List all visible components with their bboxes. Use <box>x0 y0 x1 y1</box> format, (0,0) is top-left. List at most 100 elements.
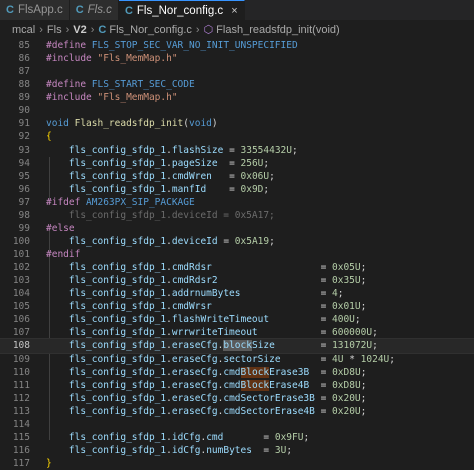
code-token: #include <box>46 53 98 65</box>
tab-fls-c[interactable]: C Fls.c <box>69 0 119 20</box>
line-number: 104 <box>12 288 30 300</box>
code-line[interactable]: 104 fls_config_sfdp_1.addrnumBytes = 4; <box>0 287 474 300</box>
code-token: #define <box>46 40 92 51</box>
code-token: numBytes <box>206 444 252 456</box>
code-line[interactable]: 103 fls_config_sfdp_1.cmdRdsr2 = 0x35U; <box>0 274 474 287</box>
code-line[interactable]: 117} <box>0 457 474 470</box>
breadcrumb-item[interactable]: Fls_Nor_config.c <box>109 24 192 36</box>
code-token: flashSize <box>171 144 224 156</box>
code-line[interactable]: 108 fls_config_sfdp_1.eraseCfg.blockSize… <box>0 338 474 354</box>
code-token: 0x20U <box>332 405 361 417</box>
code-line[interactable]: 113 fls_config_sfdp_1.eraseCfg.cmdSector… <box>0 405 474 418</box>
code-text: fls_config_sfdp_1.idCfg.numBytes = 3U; <box>46 444 292 457</box>
code-token: 0x01U <box>332 301 361 313</box>
code-line[interactable]: 100 fls_config_sfdp_1.deviceId = 0x5A19; <box>0 235 474 248</box>
code-token: { <box>46 131 52 143</box>
code-token: fls_config_sfdp_1 <box>68 431 167 443</box>
line-number: 90 <box>18 105 30 117</box>
code-line[interactable]: 85 #define FLS_STOP_SEC_VAR_NO_INIT_UNSPE… <box>0 39 474 52</box>
code-token: idCfg <box>171 444 201 456</box>
code-token: sectorSize <box>223 353 281 365</box>
code-token: deviceId <box>171 235 218 247</box>
code-text: fls_config_sfdp_1.cmdRdsr = 0x05U; <box>46 261 366 274</box>
breadcrumb-item[interactable]: mcal <box>12 24 35 36</box>
code-line[interactable]: 102 fls_config_sfdp_1.cmdRdsr = 0x05U; <box>0 261 474 274</box>
code-text: fls_config_sfdp_1.eraseCfg.cmdBlockErase… <box>46 379 366 392</box>
code-line[interactable]: 111 fls_config_sfdp_1.eraseCfg.cmdBlockE… <box>0 379 474 392</box>
code-text: #else <box>46 222 75 235</box>
c-file-icon: C <box>6 4 14 16</box>
breadcrumb-item[interactable]: Fls <box>47 24 62 36</box>
code-line[interactable]: 91 void Flash_readsfdp_init(void) <box>0 117 474 130</box>
code-token: cmdSectorErase3B <box>223 392 315 404</box>
code-text: fls_config_sfdp_1.eraseCfg.cmdSectorEras… <box>46 405 367 418</box>
line-number: 107 <box>12 327 30 339</box>
code-line[interactable]: 95 fls_config_sfdp_1.cmdWren = 0x06U; <box>0 170 474 183</box>
code-token: = <box>314 405 333 417</box>
code-token: cmd <box>206 431 224 443</box>
code-token: = <box>309 379 333 391</box>
code-line[interactable]: 88 #define FLS_START_SEC_CODE <box>0 78 474 91</box>
code-token: fls_config_sfdp_1 <box>68 235 167 247</box>
code-text: fls_config_sfdp_1.addrnumBytes = 4; <box>46 287 344 300</box>
code-line[interactable]: 92 { <box>0 130 474 143</box>
line-number: 105 <box>12 301 30 313</box>
breadcrumb-item[interactable]: Flash_readsfdp_init(void) <box>216 24 340 36</box>
tab-label: Fls_Nor_config.c <box>136 4 224 17</box>
code-token: fls_config_sfdp_1 <box>68 379 167 391</box>
code-line[interactable]: 94 fls_config_sfdp_1.pageSize = 256U; <box>0 157 474 170</box>
close-icon[interactable]: × <box>231 5 237 17</box>
code-text: fls_config_sfdp_1.eraseCfg.blockSize = 1… <box>46 339 378 352</box>
code-line[interactable]: 99 #else <box>0 222 474 235</box>
line-number: 91 <box>18 118 30 130</box>
code-text: fls_config_sfdp_1.flashWriteTimeout = 40… <box>46 313 361 326</box>
code-line[interactable]: 105 fls_config_sfdp_1.cmdWrsr = 0x01U; <box>0 300 474 313</box>
code-token: 0x9FU <box>274 431 304 443</box>
code-token: ; <box>372 327 378 339</box>
code-line[interactable]: 114 <box>0 418 474 431</box>
code-line[interactable]: 110 fls_config_sfdp_1.eraseCfg.cmdBlockE… <box>0 366 474 379</box>
code-line[interactable]: 116 fls_config_sfdp_1.idCfg.numBytes = 3… <box>0 444 474 457</box>
code-token: 0x35U <box>332 275 361 287</box>
code-line[interactable]: 93 fls_config_sfdp_1.flashSize = 3355443… <box>0 144 474 157</box>
code-line[interactable]: 101 #endif <box>0 248 474 261</box>
line-number: 102 <box>12 262 30 274</box>
code-token: fls_config_sfdp_1 <box>68 262 167 274</box>
tab-label: FlsApp.c <box>17 4 63 16</box>
code-line[interactable]: 86 #include "Fls_MemMap.h" <box>0 52 474 65</box>
code-line[interactable]: 106 fls_config_sfdp_1.flashWriteTimeout … <box>0 313 474 326</box>
code-line[interactable]: 96 fls_config_sfdp_1.manfId = 0x9D; <box>0 183 474 196</box>
code-token: ; <box>360 392 367 404</box>
code-line[interactable]: 90 <box>0 104 474 117</box>
code-token: ; <box>263 157 270 169</box>
code-token: fls_config_sfdp_1.deviceId = 0x5A17; <box>46 209 275 221</box>
code-token: = <box>269 314 333 326</box>
code-token: fls_config_sfdp_1 <box>68 183 167 195</box>
code-line[interactable]: 107 fls_config_sfdp_1.wrrwriteTimeout = … <box>0 326 474 339</box>
code-token: block <box>223 340 252 352</box>
tab-flsapp-c[interactable]: C FlsApp.c <box>0 0 70 20</box>
code-token: ; <box>389 353 396 365</box>
code-editor[interactable]: 85 #define FLS_STOP_SEC_VAR_NO_INIT_UNSPE… <box>0 39 474 470</box>
code-line[interactable]: 89 #include "Fls_MemMap.h" <box>0 91 474 104</box>
code-token: fls_config_sfdp_1 <box>68 144 167 156</box>
line-number: 99 <box>18 222 30 234</box>
code-line[interactable]: 112 fls_config_sfdp_1.eraseCfg.cmdSector… <box>0 392 474 405</box>
c-file-icon: C <box>124 4 133 17</box>
breadcrumb-item[interactable]: V2 <box>73 24 86 36</box>
code-line[interactable]: 109 fls_config_sfdp_1.eraseCfg.sectorSiz… <box>0 353 474 366</box>
code-token: fls_config_sfdp_1 <box>68 405 167 417</box>
code-line[interactable]: 87 <box>0 65 474 78</box>
code-line[interactable]: 98 fls_config_sfdp_1.deviceId = 0x5A17; <box>0 209 474 222</box>
tab-label: Fls.c <box>87 4 112 16</box>
code-token: 0x9D <box>240 183 264 195</box>
code-line[interactable]: 97 #ifdef AM263PX_SIP_PACKAGE <box>0 196 474 209</box>
tab-fls-nor-config-c[interactable]: C Fls_Nor_config.c × <box>118 0 245 20</box>
code-line[interactable]: 115 fls_config_sfdp_1.idCfg.cmd = 0x9FU; <box>0 431 474 444</box>
function-icon: ⬡ <box>203 24 214 36</box>
code-token: #include <box>46 92 98 104</box>
code-token: #ifdef <box>46 196 87 208</box>
